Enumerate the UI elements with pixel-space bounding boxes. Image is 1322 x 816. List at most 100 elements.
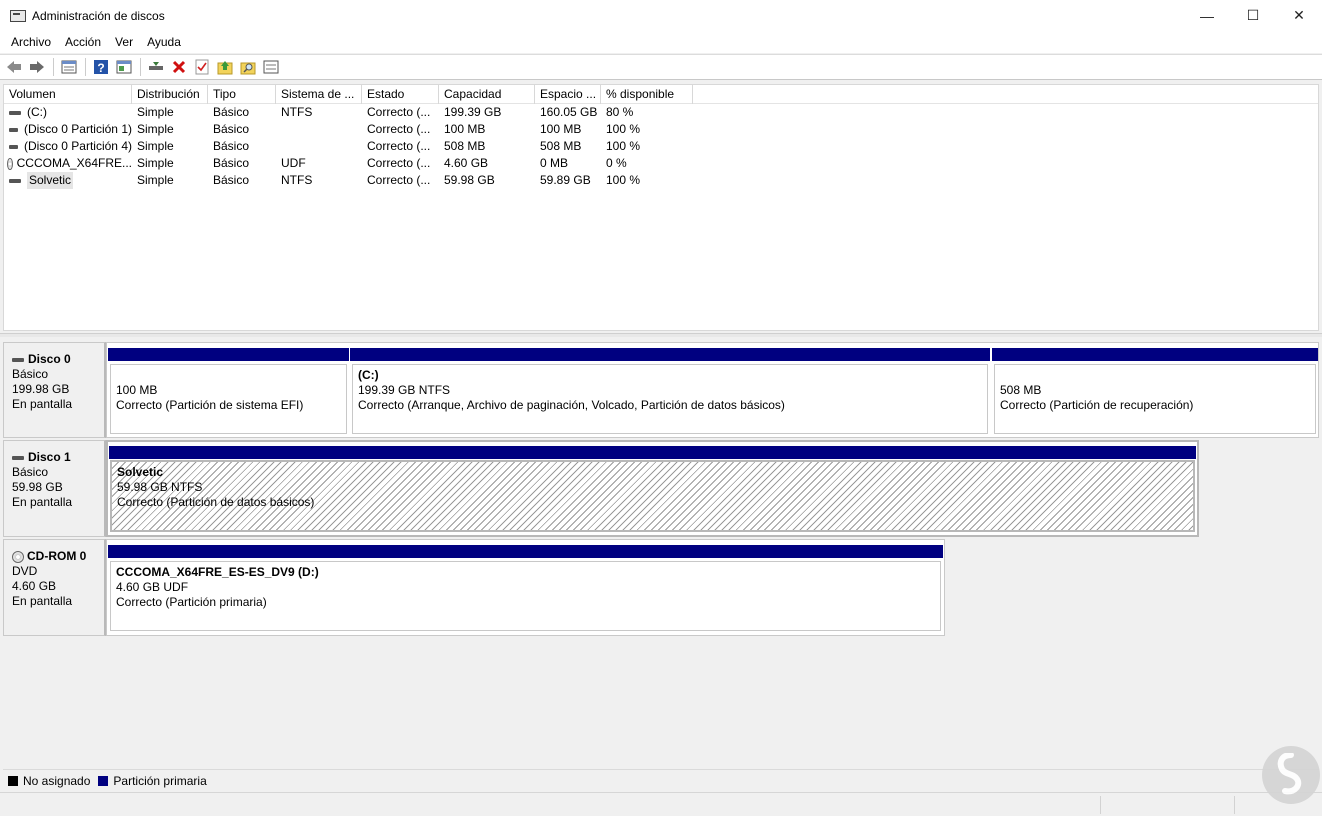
volume-capacity: 100 MB bbox=[444, 122, 486, 136]
delete-icon[interactable] bbox=[169, 57, 189, 77]
volume-row[interactable]: (C:) Simple Básico NTFS Correcto (... 19… bbox=[4, 104, 1318, 121]
menu-accion[interactable]: Acción bbox=[58, 35, 108, 49]
forward-arrow-icon[interactable] bbox=[27, 57, 47, 77]
volume-type: Básico bbox=[213, 122, 250, 136]
drive-icon bbox=[9, 110, 21, 115]
volume-type: Básico bbox=[213, 105, 250, 119]
pane-splitter[interactable] bbox=[0, 333, 1322, 337]
disk-state: En pantalla bbox=[12, 495, 73, 509]
folder-up-icon[interactable] bbox=[215, 57, 235, 77]
svg-text:?: ? bbox=[97, 61, 104, 75]
volume-row[interactable]: (Disco 0 Partición 4) Simple Básico Corr… bbox=[4, 138, 1318, 155]
column-header-estado[interactable]: Estado bbox=[362, 85, 439, 104]
volume-row[interactable]: Solvetic Simple Básico NTFS Correcto (..… bbox=[4, 172, 1318, 189]
partition-status: Correcto (Partición de recuperación) bbox=[1000, 398, 1194, 412]
disk-state: En pantalla bbox=[12, 397, 73, 411]
volume-fs: NTFS bbox=[281, 173, 313, 187]
window-controls: — ☐ ✕ bbox=[1184, 0, 1322, 31]
volume-fs: UDF bbox=[281, 156, 306, 170]
volume-layout: Simple bbox=[137, 105, 174, 119]
partition-solvetic[interactable]: Solvetic 59.98 GB NTFS Correcto (Partici… bbox=[109, 446, 1196, 534]
volume-capacity: 59.98 GB bbox=[444, 173, 495, 187]
column-header-sistema[interactable]: Sistema de ... bbox=[276, 85, 362, 104]
volume-capacity: 508 MB bbox=[444, 139, 486, 153]
volume-pct: 80 % bbox=[606, 105, 634, 119]
status-bar bbox=[0, 792, 1322, 816]
partition-status: Correcto (Partición de sistema EFI) bbox=[116, 398, 304, 412]
drive-icon bbox=[9, 127, 18, 132]
status-segment bbox=[1100, 796, 1101, 814]
partition-efi[interactable]: 100 MB Correcto (Partición de sistema EF… bbox=[108, 348, 349, 436]
connect-drive-icon[interactable] bbox=[146, 57, 166, 77]
volume-layout: Simple bbox=[137, 173, 174, 187]
search-folder-icon[interactable] bbox=[238, 57, 258, 77]
partition-title: (C:) bbox=[358, 368, 379, 382]
volume-status: Correcto (... bbox=[367, 105, 431, 119]
menu-ayuda[interactable]: Ayuda bbox=[140, 35, 188, 49]
partitions-area: Solvetic 59.98 GB NTFS Correcto (Partici… bbox=[106, 440, 1199, 537]
volume-status: Correcto (... bbox=[367, 139, 431, 153]
cd-drive-icon bbox=[7, 157, 13, 170]
partition-c[interactable]: (C:) 199.39 GB NTFS Correcto (Arranque, … bbox=[350, 348, 990, 436]
help-icon[interactable]: ? bbox=[91, 57, 111, 77]
volume-pct: 100 % bbox=[606, 173, 641, 187]
disk-label[interactable]: Disco 1 Básico 59.98 GB En pantalla bbox=[3, 440, 106, 537]
partition-bar bbox=[109, 446, 1196, 459]
drive-icon bbox=[9, 144, 18, 149]
maximize-button[interactable]: ☐ bbox=[1230, 0, 1276, 31]
partition-bar bbox=[992, 348, 1318, 361]
volume-row[interactable]: (Disco 0 Partición 1) Simple Básico Corr… bbox=[4, 121, 1318, 138]
disk-label[interactable]: CD-ROM 0 DVD 4.60 GB En pantalla bbox=[3, 539, 106, 636]
settings-panel-icon[interactable] bbox=[261, 57, 281, 77]
partition-bar bbox=[108, 545, 943, 558]
volume-list: Volumen Distribución Tipo Sistema de ...… bbox=[3, 84, 1319, 331]
close-button[interactable]: ✕ bbox=[1276, 0, 1322, 31]
partition-title: CCCOMA_X64FRE_ES-ES_DV9 (D:) bbox=[116, 565, 319, 579]
disk-name: Disco 1 bbox=[28, 450, 71, 464]
disk-management-icon bbox=[10, 9, 26, 22]
partition-size: 508 MB bbox=[1000, 383, 1042, 397]
volume-fs bbox=[276, 138, 362, 155]
volume-capacity: 4.60 GB bbox=[444, 156, 489, 170]
menu-ver[interactable]: Ver bbox=[108, 35, 140, 49]
menu-archivo[interactable]: Archivo bbox=[4, 35, 58, 49]
column-header-distribucion[interactable]: Distribución bbox=[132, 85, 208, 104]
column-header-espacio[interactable]: Espacio ... bbox=[535, 85, 601, 104]
drive-icon bbox=[12, 455, 24, 460]
column-header-capacidad[interactable]: Capacidad bbox=[439, 85, 535, 104]
volume-name: (Disco 0 Partición 4) bbox=[23, 139, 132, 153]
disk-size: 4.60 GB bbox=[12, 579, 57, 593]
column-header-tipo[interactable]: Tipo bbox=[208, 85, 276, 104]
cd-drive-icon bbox=[12, 550, 24, 563]
check-icon[interactable] bbox=[192, 57, 212, 77]
column-header-volumen[interactable]: Volumen bbox=[4, 85, 132, 104]
volume-list-icon[interactable] bbox=[59, 57, 79, 77]
volume-row[interactable]: CCCOMA_X64FRE... Simple Básico UDF Corre… bbox=[4, 155, 1318, 172]
volume-type: Básico bbox=[213, 139, 250, 153]
disk-name: CD-ROM 0 bbox=[27, 549, 87, 563]
disk-size: 59.98 GB bbox=[12, 480, 63, 494]
volume-capacity: 199.39 GB bbox=[444, 105, 502, 119]
partitions-area: 100 MB Correcto (Partición de sistema EF… bbox=[106, 342, 1319, 438]
disk-row-cdrom-0: CD-ROM 0 DVD 4.60 GB En pantalla CCCOMA_… bbox=[3, 539, 945, 636]
volume-layout: Simple bbox=[137, 139, 174, 153]
volume-status: Correcto (... bbox=[367, 156, 431, 170]
volume-type: Básico bbox=[213, 173, 250, 187]
column-header-disponible[interactable]: % disponible bbox=[601, 85, 693, 104]
partition-recovery[interactable]: 508 MB Correcto (Partición de recuperaci… bbox=[992, 348, 1318, 436]
disk-kind: DVD bbox=[12, 564, 38, 578]
partition-dvd[interactable]: CCCOMA_X64FRE_ES-ES_DV9 (D:) 4.60 GB UDF… bbox=[108, 545, 943, 633]
partitions-area: CCCOMA_X64FRE_ES-ES_DV9 (D:) 4.60 GB UDF… bbox=[106, 539, 945, 636]
window-title: Administración de discos bbox=[32, 8, 165, 23]
legend-item-primary: Partición primaria bbox=[98, 774, 207, 788]
properties-icon[interactable] bbox=[114, 57, 134, 77]
disk-label[interactable]: Disco 0 Básico 199.98 GB En pantalla bbox=[3, 342, 106, 438]
partition-bar bbox=[350, 348, 990, 361]
volume-fs: NTFS bbox=[281, 105, 313, 119]
legend: No asignado Partición primaria bbox=[3, 769, 1319, 791]
back-arrow-icon[interactable] bbox=[4, 57, 24, 77]
volume-list-header: Volumen Distribución Tipo Sistema de ...… bbox=[4, 85, 1318, 104]
menu-bar: Archivo Acción Ver Ayuda bbox=[0, 31, 1322, 53]
minimize-button[interactable]: — bbox=[1184, 0, 1230, 31]
volume-free: 59.89 GB bbox=[540, 173, 591, 187]
